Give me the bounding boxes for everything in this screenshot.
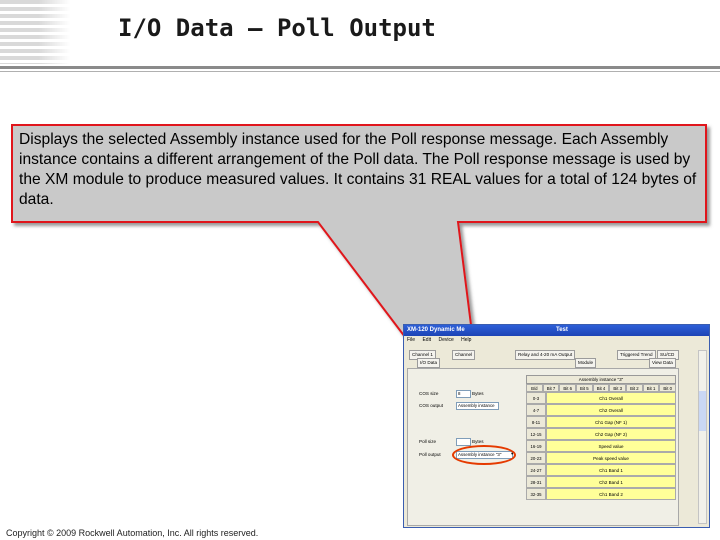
grid-bit-header: Bit 7 [542,384,560,392]
grid-bit-header: Bit 2 [626,384,643,392]
table-row: 12-15 Ch2 Gap (NF 2) [526,428,676,440]
grid-corner: B/d [526,384,543,392]
table-row: 20-23 Peak speed value [526,452,676,464]
tab-strip: Channel 1 Channel Relay and 4-20 mA Outp… [407,350,679,368]
tab-module[interactable]: Module [575,358,597,368]
grid-bit-header: Bit 0 [659,384,677,392]
row-value: Ch1 Band 2 [546,488,676,500]
row-value: Ch1 Band 1 [546,464,676,476]
grid-bit-header: Bit 5 [576,384,593,392]
row-bytes: 24-27 [526,464,546,476]
row-bytes: 8-11 [526,416,546,428]
assembly-grid: Assembly instance "3" B/d Bit 7 Bit 6 Bi… [526,375,677,500]
menu-help[interactable]: Help [461,337,471,343]
row-value: Peak speed value [546,452,676,464]
table-row: 24-27 Ch1 Band 1 [526,464,676,476]
table-row: 0-3 Ch1 Overall [526,392,676,404]
grid-bit-header: Bit 6 [559,384,577,392]
cos-size-unit: Bytes [472,391,484,396]
table-row: 28-31 Ch2 Band 1 [526,476,676,488]
poll-size-unit: Bytes [472,439,484,444]
row-value: Ch2 Gap (NF 2) [546,428,676,440]
poll-size-label: Poll size [419,439,437,444]
tab-relay-output[interactable]: Relay and 4-20 mA Output [515,350,576,360]
grid-header-row: B/d Bit 7 Bit 6 Bit 5 Bit 4 Bit 3 Bit 2 … [526,384,677,392]
row-bytes: 20-23 [526,452,546,464]
poll-size-field[interactable] [456,438,471,446]
row-bytes: 4-7 [526,404,546,416]
menu-edit[interactable]: Edit [422,337,431,343]
row-bytes: 28-31 [526,476,546,488]
row-bytes: 12-15 [526,428,546,440]
table-row: 16-19 Speed value [526,440,676,452]
row-bytes: 32-35 [526,488,546,500]
cos-size-label: COS size [419,391,439,396]
row-value: Ch2 Band 1 [546,476,676,488]
window-title: XM-120 Dynamic Me [407,327,465,333]
tab-io-data[interactable]: I/O Data [417,358,441,368]
window-title-tail: Test [556,327,568,333]
row-bytes: 16-19 [526,440,546,452]
menu-bar: File Edit Device Help [404,336,709,344]
row-bytes: 0-3 [526,392,546,404]
menu-file[interactable]: File [407,337,415,343]
window-titlebar: XM-120 Dynamic Me Test [404,325,709,336]
table-row: 32-35 Ch1 Band 2 [526,488,676,500]
cos-output-field[interactable]: Assembly instance [456,402,499,410]
callout-text: Displays the selected Assembly instance … [19,131,697,208]
grid-bit-header: Bit 4 [592,384,610,392]
scrollbar-thumb[interactable] [699,391,706,431]
tab-channel[interactable]: Channel [452,350,476,360]
poll-output-label: Poll output [419,452,441,457]
row-value: Ch1 Gap (NF 1) [546,416,676,428]
cos-output-label: COS output [419,403,444,408]
grid-bit-header: Bit 3 [609,384,627,392]
row-value: Ch2 Overall [546,404,676,416]
table-row: 4-7 Ch2 Overall [526,404,676,416]
grid-bit-header: Bit 1 [642,384,660,392]
cos-size-field[interactable]: 8 [456,390,471,398]
vertical-scrollbar[interactable] [698,350,707,524]
tab-view-data[interactable]: View Data [649,358,676,368]
menu-device[interactable]: Device [438,337,453,343]
table-row: 8-11 Ch1 Gap (NF 1) [526,416,676,428]
row-value: Speed value [546,440,676,452]
highlight-ellipse [452,445,516,465]
copyright-footer: Copyright © 2009 Rockwell Automation, In… [6,528,259,538]
io-data-panel: COS size 8 Bytes COS output Assembly ins… [407,368,679,526]
screenshot-window: XM-120 Dynamic Me Test File Edit Device … [403,324,710,528]
row-value: Ch1 Overall [546,392,676,404]
grid-caption: Assembly instance "3" [526,375,676,384]
